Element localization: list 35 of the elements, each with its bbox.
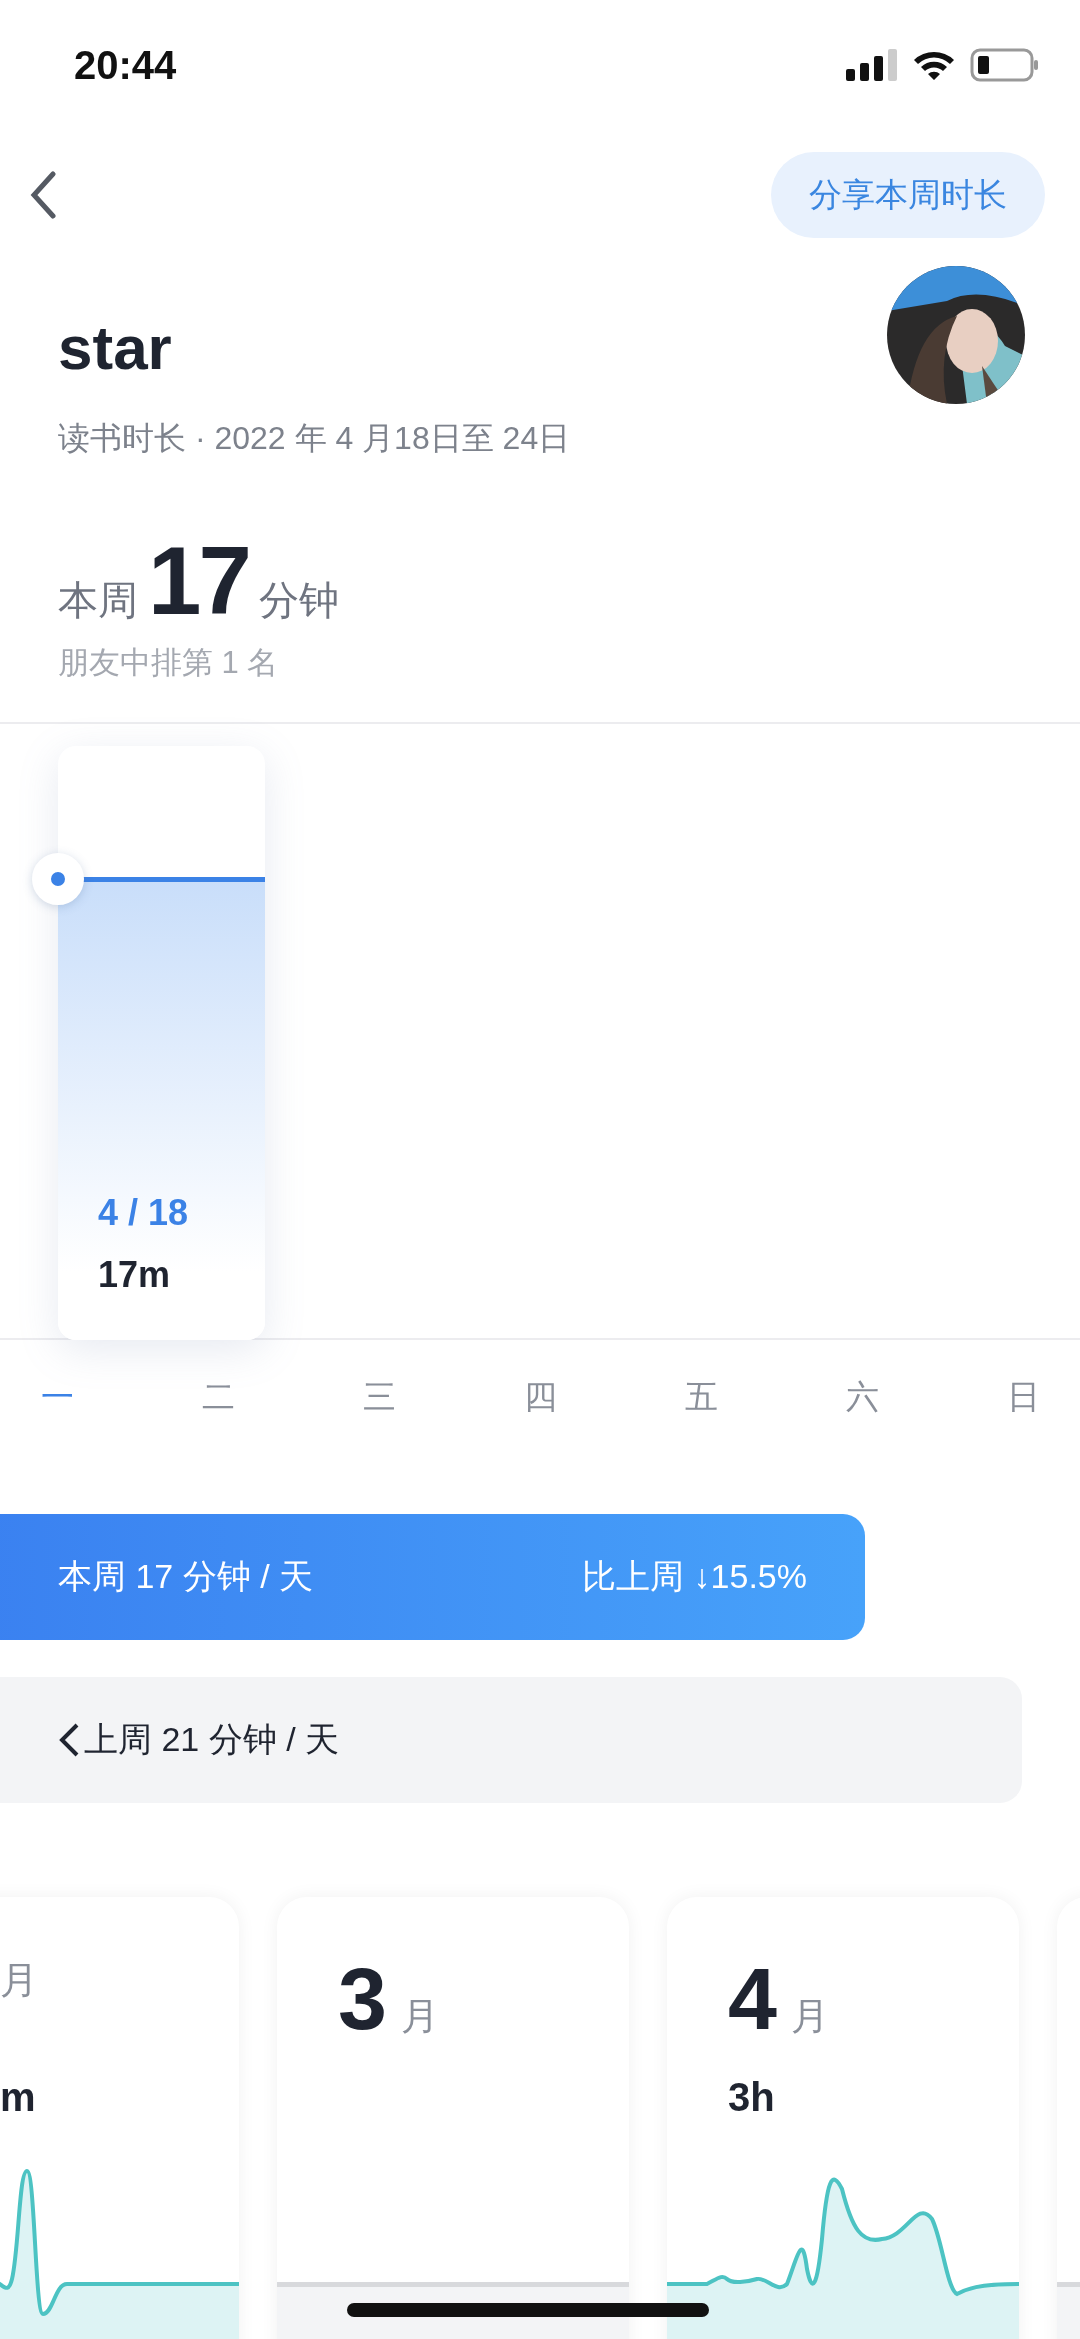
bar-date: 4 / 18 (98, 1192, 190, 1234)
last-week-average: 上周 21 分钟 / 天 (84, 1719, 340, 1760)
weekday-tab[interactable]: 四 (460, 1374, 621, 1420)
bar-value: 17m (98, 1254, 172, 1296)
month-card[interactable]: 3 月 (277, 1897, 629, 2339)
chevron-left-icon (58, 1722, 80, 1758)
weekday-tab[interactable]: 日 (943, 1374, 1080, 1420)
minutes-unit: 分钟 (258, 577, 339, 624)
wifi-icon (912, 49, 956, 81)
month-number: 4 (728, 1955, 777, 2043)
month-unit: 月 (790, 1994, 829, 2039)
month-total: m (0, 2075, 37, 2121)
weekday-tab[interactable]: 一 (0, 1374, 138, 1420)
month-total: 3h (727, 2075, 776, 2121)
week-change: 比上周 ↓15.5% (582, 1556, 807, 1597)
month-unit: 月 (400, 1994, 439, 2039)
month-card[interactable]: 4 月 3h (667, 1897, 1019, 2339)
weekday-tab[interactable]: 二 (138, 1374, 299, 1420)
reading-period: 读书时长 · 2022 年 4 月18日至 24日 (58, 419, 571, 458)
share-button[interactable]: 分享本周时长 (771, 152, 1045, 238)
week-minutes: 17 (148, 526, 249, 636)
friend-rank: 朋友中排第 1 名 (57, 644, 280, 682)
week-label: 本周 (58, 577, 138, 624)
weekday-tab[interactable]: 六 (782, 1374, 943, 1420)
weekday-tab[interactable]: 三 (299, 1374, 460, 1420)
battery-icon (970, 48, 1040, 82)
month-number: 3 (338, 1955, 387, 2043)
signal-icon (846, 49, 898, 81)
month-unit: 月 (0, 1958, 38, 2003)
last-week-button[interactable]: 上周 21 分钟 / 天 (0, 1677, 1022, 1803)
weekday-tab[interactable]: 五 (621, 1374, 782, 1420)
user-name: star (58, 312, 173, 383)
status-time: 20:44 (74, 42, 177, 88)
month-card[interactable]: 月 m (0, 1897, 239, 2339)
this-week-average: 本周 17 分钟 / 天 (58, 1556, 314, 1597)
